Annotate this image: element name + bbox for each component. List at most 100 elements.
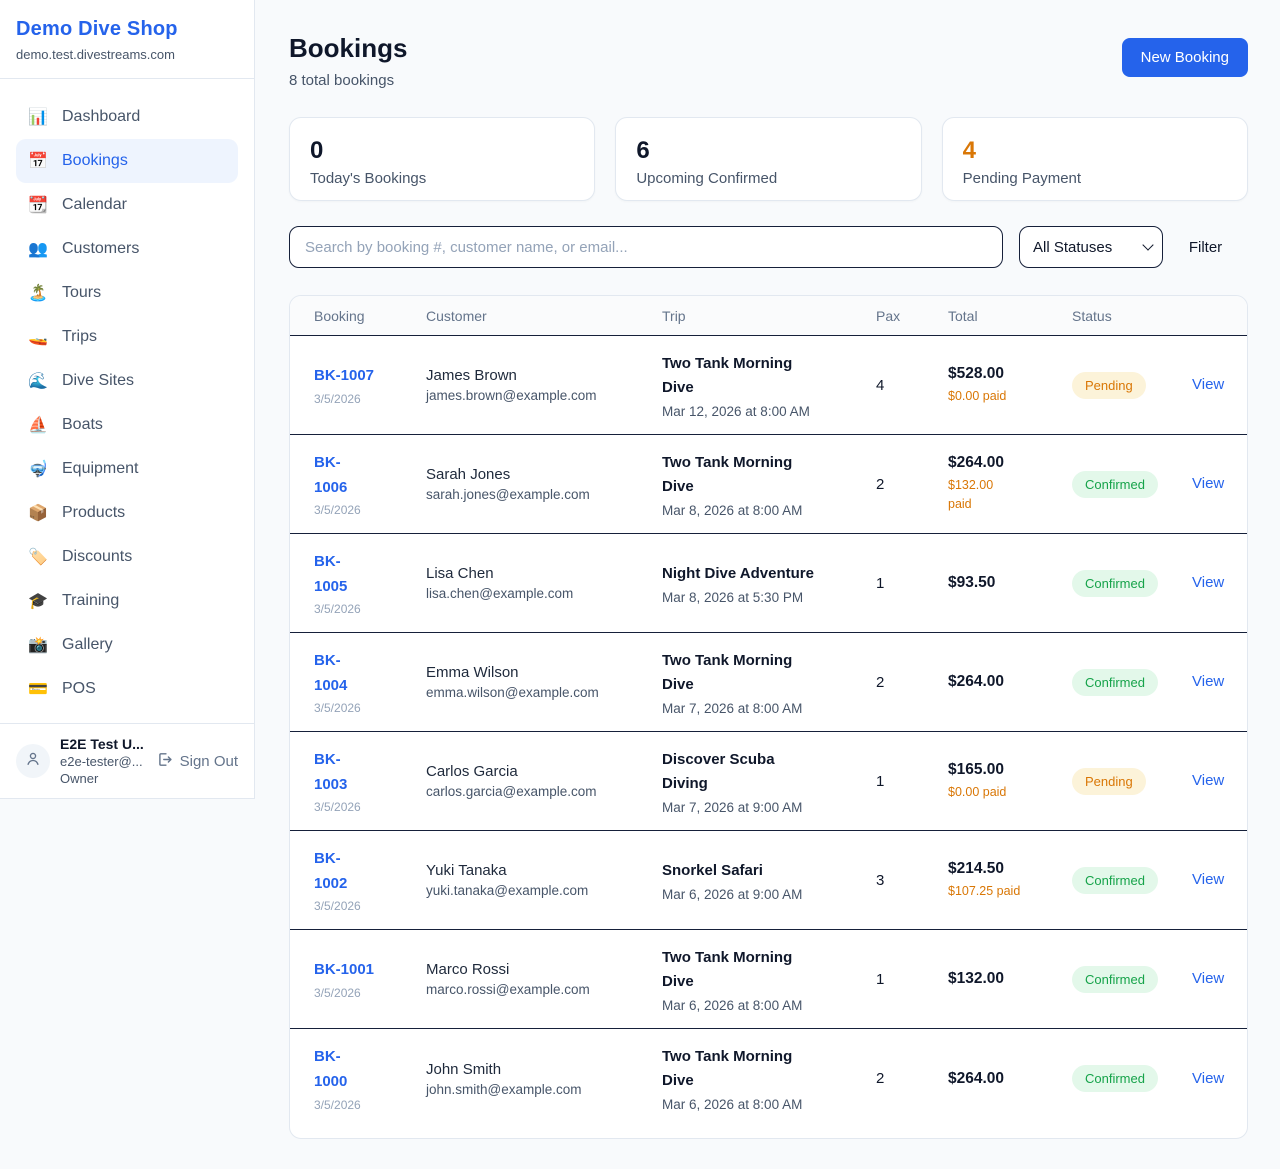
pax-count: 1	[876, 971, 948, 988]
view-link[interactable]: View	[1192, 772, 1224, 789]
status-badge: Confirmed	[1072, 867, 1158, 894]
sidebar-item-customers[interactable]: 👥 Customers	[16, 227, 238, 271]
sidebar-item-label: Gallery	[62, 636, 113, 654]
pax-count: 3	[876, 872, 948, 889]
sign-out-button[interactable]: Sign Out	[156, 751, 238, 772]
search-input[interactable]	[289, 226, 1003, 268]
booking-id-link[interactable]: BK-1001	[314, 958, 374, 983]
person-icon	[24, 750, 42, 773]
trip-datetime: Mar 12, 2026 at 8:00 AM	[662, 404, 876, 419]
column-header: Booking	[290, 308, 426, 324]
sidebar-nav: 📊 Dashboard 📅 Bookings 📆 Calendar 👥 Cust…	[0, 79, 254, 723]
status-filter-select[interactable]: All Statuses	[1019, 226, 1163, 268]
booking-id-link[interactable]: BK- 1004	[314, 649, 347, 699]
booking-id-link[interactable]: BK- 1000	[314, 1045, 347, 1095]
view-link[interactable]: View	[1192, 574, 1224, 591]
customer-email: emma.wilson@example.com	[426, 685, 662, 700]
shop-domain: demo.test.divestreams.com	[16, 47, 238, 62]
sidebar-item-label: Equipment	[62, 460, 139, 478]
sidebar-item-calendar[interactable]: 📆 Calendar	[16, 183, 238, 227]
stat-card: 4 Pending Payment	[942, 117, 1248, 201]
paid-amount: $0.00 paid	[948, 783, 1072, 802]
wave-icon: 🌊	[28, 371, 48, 391]
sidebar-item-discounts[interactable]: 🏷️ Discounts	[16, 535, 238, 579]
booking-id-link[interactable]: BK- 1003	[314, 748, 347, 798]
paid-amount: $132.00 paid	[948, 476, 1072, 514]
trip-name: Two Tank Morning Dive	[662, 649, 876, 697]
sidebar-item-bookings[interactable]: 📅 Bookings	[16, 139, 238, 183]
view-link[interactable]: View	[1192, 673, 1224, 690]
status-badge: Confirmed	[1072, 471, 1158, 498]
view-link[interactable]: View	[1192, 376, 1224, 393]
customer-name: Lisa Chen	[426, 565, 662, 582]
avatar	[16, 744, 50, 778]
view-link[interactable]: View	[1192, 475, 1224, 492]
table-row: BK- 1006 3/5/2026 Sarah Jones sarah.jone…	[290, 435, 1247, 534]
trip-name: Two Tank Morning Dive	[662, 352, 876, 400]
table-row: BK- 1005 3/5/2026 Lisa Chen lisa.chen@ex…	[290, 534, 1247, 633]
booking-date: 3/5/2026	[314, 1098, 426, 1112]
view-link[interactable]: View	[1192, 1070, 1224, 1087]
customer-name: Carlos Garcia	[426, 763, 662, 780]
table-row: BK-1001 3/5/2026 Marco Rossi marco.rossi…	[290, 930, 1247, 1029]
filter-row: All Statuses Filter	[289, 226, 1248, 268]
view-link[interactable]: View	[1192, 970, 1224, 987]
sidebar-item-dashboard[interactable]: 📊 Dashboard	[16, 95, 238, 139]
trip-datetime: Mar 7, 2026 at 9:00 AM	[662, 800, 876, 815]
sidebar-item-dive-sites[interactable]: 🌊 Dive Sites	[16, 359, 238, 403]
stat-value: 4	[963, 137, 1227, 165]
stat-label: Pending Payment	[963, 170, 1227, 187]
view-link[interactable]: View	[1192, 871, 1224, 888]
sidebar-item-tours[interactable]: 🏝️ Tours	[16, 271, 238, 315]
user-email: e2e-tester@...	[60, 754, 144, 769]
customer-name: Yuki Tanaka	[426, 862, 662, 879]
sidebar-item-boats[interactable]: ⛵ Boats	[16, 403, 238, 447]
table-header-row: BookingCustomerTripPaxTotalStatus	[290, 296, 1247, 336]
column-header: Customer	[426, 308, 662, 324]
booking-id-link[interactable]: BK- 1006	[314, 451, 347, 501]
booking-id-link[interactable]: BK- 1002	[314, 847, 347, 897]
bookings-table: BookingCustomerTripPaxTotalStatus BK-100…	[289, 295, 1248, 1139]
new-booking-button[interactable]: New Booking	[1122, 38, 1248, 77]
sidebar-item-label: Tours	[62, 284, 101, 302]
sidebar-item-equipment[interactable]: 🤿 Equipment	[16, 447, 238, 491]
sidebar-item-gallery[interactable]: 📸 Gallery	[16, 623, 238, 667]
column-header: Total	[948, 308, 1072, 324]
user-name: E2E Test U...	[60, 736, 144, 752]
sailboat-icon: ⛵	[28, 415, 48, 435]
bar-chart-icon: 📊	[28, 107, 48, 127]
stat-label: Today's Bookings	[310, 170, 574, 187]
customer-name: Sarah Jones	[426, 466, 662, 483]
sidebar: Demo Dive Shop demo.test.divestreams.com…	[0, 0, 255, 799]
sidebar-item-label: Training	[62, 592, 119, 610]
sidebar-item-pos[interactable]: 💳 POS	[16, 667, 238, 711]
sidebar-item-label: Boats	[62, 416, 103, 434]
booking-id-link[interactable]: BK-1007	[314, 364, 374, 389]
paid-amount: $0.00 paid	[948, 387, 1072, 406]
stat-label: Upcoming Confirmed	[636, 170, 900, 187]
column-header: Trip	[662, 308, 876, 324]
sidebar-item-label: Dashboard	[62, 108, 140, 126]
table-row: BK- 1002 3/5/2026 Yuki Tanaka yuki.tanak…	[290, 831, 1247, 930]
stat-card: 6Upcoming Confirmed	[615, 117, 921, 201]
table-body: BK-1007 3/5/2026 James Brown james.brown…	[290, 336, 1247, 1128]
sidebar-item-trips[interactable]: 🚤 Trips	[16, 315, 238, 359]
trip-name: Night Dive Adventure	[662, 562, 876, 586]
booking-id-link[interactable]: BK- 1005	[314, 550, 347, 600]
sidebar-item-products[interactable]: 📦 Products	[16, 491, 238, 535]
user-text: E2E Test U... e2e-tester@... Owner	[60, 736, 144, 786]
customer-email: james.brown@example.com	[426, 388, 662, 403]
pax-count: 2	[876, 476, 948, 493]
customer-name: James Brown	[426, 367, 662, 384]
status-badge: Confirmed	[1072, 1065, 1158, 1092]
sidebar-item-label: Products	[62, 504, 125, 522]
sidebar-item-label: Trips	[62, 328, 97, 346]
sidebar-item-label: POS	[62, 680, 96, 698]
sidebar-item-training[interactable]: 🎓 Training	[16, 579, 238, 623]
filter-button[interactable]: Filter	[1163, 239, 1248, 256]
stat-value: 0	[310, 137, 574, 165]
status-select-wrap: All Statuses	[1019, 226, 1163, 268]
table-row: BK- 1004 3/5/2026 Emma Wilson emma.wilso…	[290, 633, 1247, 732]
trip-datetime: Mar 6, 2026 at 8:00 AM	[662, 1097, 876, 1112]
total-amount: $264.00	[948, 673, 1072, 691]
